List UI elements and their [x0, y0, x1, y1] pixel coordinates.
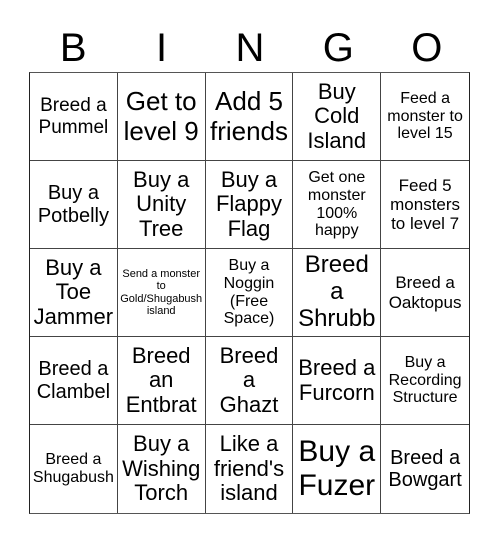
cell-text: Breed a Furcorn	[298, 354, 376, 405]
cell-text: Get one monster 100% happy	[307, 168, 366, 240]
bingo-cell[interactable]: Breed an Entbrat	[117, 337, 206, 425]
bingo-cell[interactable]: Buy a Toe Jammer	[30, 249, 118, 337]
header-letter-o: O	[411, 26, 443, 70]
cell-text: Feed a monster to level 15	[387, 89, 463, 143]
bingo-cell[interactable]: Breed a Oaktopus	[381, 249, 469, 337]
cell-text: Get to level 9	[123, 86, 199, 146]
cell-text: Like a friend's island	[213, 431, 285, 506]
cell-text: Buy a Fuzer	[298, 435, 376, 502]
cell-text: Breed a Oaktopus	[388, 273, 462, 312]
cell-text: Breed a Pummel	[38, 95, 109, 138]
bingo-cell[interactable]: Breed a Pummel	[30, 73, 118, 161]
cell-text: Buy a Noggin (Free Space)	[223, 256, 275, 328]
cell-text: Feed 5 monsters to level 7	[390, 175, 461, 234]
cell-text: Send a monster to Gold/Shugabush island	[120, 267, 203, 317]
bingo-cell[interactable]: Buy a Potbelly	[30, 161, 118, 249]
cell-text: Buy a Toe Jammer	[33, 254, 114, 329]
bingo-cell[interactable]: Buy a Flappy Flag	[205, 161, 294, 249]
bingo-cell[interactable]: Breed a Ghazt	[205, 337, 294, 425]
bingo-cell[interactable]: Send a monster to Gold/Shugabush island	[117, 249, 206, 337]
cell-text: Breed a Ghazt	[219, 342, 279, 417]
cell-text: Breed a Clambel	[36, 358, 111, 403]
cell-text: Buy Cold Island	[307, 78, 367, 153]
cell-text: Buy a Unity Tree	[133, 166, 190, 241]
cell-text: Breed a Shugabush	[32, 451, 114, 486]
header-letter-i: I	[156, 26, 168, 70]
bingo-cell[interactable]: Buy a Fuzer	[293, 425, 382, 513]
bingo-cell[interactable]: Breed a Furcorn	[293, 337, 382, 425]
bingo-cell[interactable]: Buy a Wishing Torch	[118, 425, 206, 513]
bingo-cell[interactable]: Breed a Shrubb	[293, 249, 382, 337]
bingo-cell[interactable]: Like a friend's island	[206, 425, 294, 513]
bingo-cell[interactable]: Buy a Noggin (Free Space)	[205, 249, 294, 337]
bingo-cell[interactable]: Breed a Clambel	[30, 337, 118, 425]
cell-text: Add 5 friends	[209, 86, 289, 146]
bingo-cell[interactable]: Breed a Shugabush	[30, 425, 118, 513]
cell-text: Breed a Shrubb	[298, 251, 376, 332]
bingo-header: B I N G O	[29, 24, 471, 72]
bingo-cell[interactable]: Buy a Unity Tree	[117, 161, 206, 249]
bingo-cell[interactable]: Feed a monster to level 15	[381, 73, 469, 161]
bingo-cell[interactable]: Add 5 friends	[205, 73, 294, 161]
bingo-cell[interactable]: Buy Cold Island	[293, 73, 382, 161]
cell-text: Buy a Potbelly	[37, 182, 109, 227]
cell-text: Buy a Recording Structure	[388, 353, 462, 407]
cell-text: Breed a Bowgart	[388, 446, 462, 491]
cell-text: Breed an Entbrat	[125, 342, 197, 417]
header-letter-g: G	[322, 26, 354, 70]
bingo-cell[interactable]: Breed a Bowgart	[381, 425, 469, 513]
header-letter-b: B	[59, 26, 87, 70]
bingo-cell[interactable]: Feed 5 monsters to level 7	[381, 161, 469, 249]
cell-text: Buy a Flappy Flag	[215, 166, 282, 241]
bingo-card-grid: Breed a Pummel Get to level 9 Add 5 frie…	[29, 72, 470, 514]
cell-text: Buy a Wishing Torch	[122, 431, 201, 506]
bingo-cell[interactable]: Buy a Recording Structure	[381, 337, 469, 425]
bingo-cell[interactable]: Get one monster 100% happy	[293, 161, 382, 249]
bingo-cell[interactable]: Get to level 9	[117, 73, 206, 161]
header-letter-n: N	[235, 26, 265, 70]
